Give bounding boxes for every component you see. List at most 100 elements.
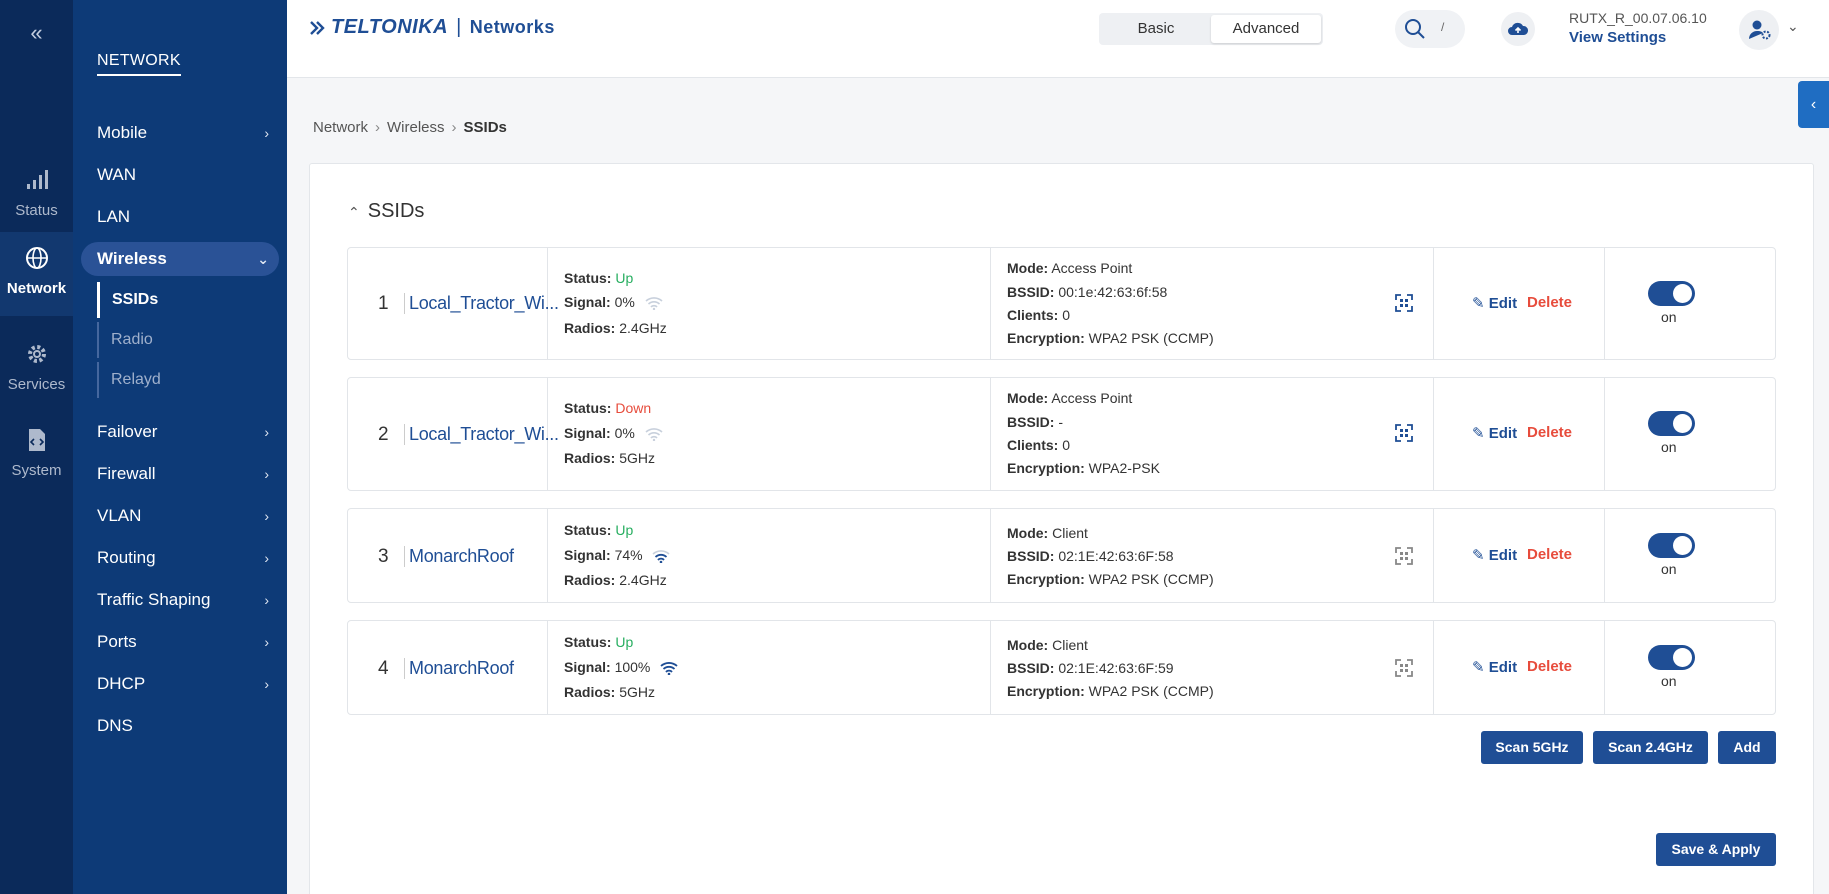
encryption-value: WPA2 PSK (CCMP) xyxy=(1088,571,1214,587)
cloud-upload-button[interactable] xyxy=(1501,12,1535,46)
menu-item-failover[interactable]: Failover › xyxy=(81,415,279,449)
mode-value: Client xyxy=(1052,637,1088,653)
breadcrumb: Network › Wireless › SSIDs xyxy=(313,119,507,136)
qr-code-icon[interactable] xyxy=(1395,659,1413,677)
menu-item-firewall[interactable]: Firewall › xyxy=(81,457,279,491)
delete-button[interactable]: Delete xyxy=(1527,294,1572,311)
chevron-right-icon: › xyxy=(451,119,457,136)
enable-toggle[interactable] xyxy=(1648,281,1695,306)
qr-code-icon[interactable] xyxy=(1395,294,1413,312)
search-shortcut-hint: / xyxy=(1441,20,1445,34)
search-icon xyxy=(1405,19,1425,39)
bssid-value: 02:1E:42:63:6F:59 xyxy=(1058,660,1174,676)
edit-button[interactable]: ✎ Edit xyxy=(1472,294,1517,312)
signal-value: 0% xyxy=(614,294,635,310)
rail-item-status[interactable]: Status xyxy=(0,154,73,238)
signal-value: 74% xyxy=(614,547,643,563)
ssid-name-link[interactable]: MonarchRoof xyxy=(404,658,514,679)
chevron-left-icon: ‹ xyxy=(1810,96,1817,113)
submenu-item-radio[interactable]: Radio xyxy=(97,322,267,358)
gear-icon xyxy=(0,342,73,372)
edit-button[interactable]: ✎ Edit xyxy=(1472,546,1517,564)
user-settings-icon xyxy=(1749,20,1771,40)
breadcrumb-current: SSIDs xyxy=(463,119,507,136)
chevron-down-icon[interactable]: ⌄ xyxy=(1787,18,1799,35)
row-number: 4 xyxy=(378,658,389,679)
breadcrumb-wireless[interactable]: Wireless xyxy=(387,119,445,136)
qr-code-icon[interactable] xyxy=(1395,547,1413,565)
menu-item-mobile[interactable]: Mobile › xyxy=(81,116,279,150)
collapse-panel-button[interactable]: ‹ xyxy=(1798,81,1829,128)
ssid-row: 1 Local_Tractor_Wi... Status: Up Signal:… xyxy=(347,247,1776,360)
ssid-name-link[interactable]: Local_Tractor_Wi... xyxy=(404,424,559,445)
chevron-right-icon: › xyxy=(264,550,269,566)
mode-value: Client xyxy=(1052,525,1088,541)
wifi-icon xyxy=(652,550,671,563)
menu-item-dhcp[interactable]: DHCP › xyxy=(81,667,279,701)
delete-button[interactable]: Delete xyxy=(1527,658,1572,675)
bssid-value: 00:1e:42:63:6f:58 xyxy=(1058,284,1168,300)
pencil-icon: ✎ xyxy=(1472,547,1485,564)
rail-item-services[interactable]: Services xyxy=(0,328,73,412)
enable-toggle[interactable] xyxy=(1648,533,1695,558)
menu-item-ports[interactable]: Ports › xyxy=(81,625,279,659)
mode-advanced-button[interactable]: Advanced xyxy=(1211,15,1321,43)
mode-basic-button[interactable]: Basic xyxy=(1101,15,1211,43)
chevron-right-icon: › xyxy=(264,125,269,141)
clients-value: 0 xyxy=(1062,307,1071,323)
search-button[interactable]: / xyxy=(1395,10,1465,48)
delete-button[interactable]: Delete xyxy=(1527,546,1572,563)
delete-button[interactable]: Delete xyxy=(1527,424,1572,441)
rail-item-system[interactable]: System xyxy=(0,414,73,498)
chevron-right-icon: › xyxy=(264,424,269,440)
menu-item-vlan[interactable]: VLAN › xyxy=(81,499,279,533)
qr-code-icon[interactable] xyxy=(1395,424,1413,442)
enable-toggle[interactable] xyxy=(1648,411,1695,436)
user-menu-button[interactable] xyxy=(1739,10,1779,50)
ssids-card: ⌃ SSIDs 1 Local_Tractor_Wi... Status: Up … xyxy=(309,163,1814,894)
menu-item-traffic-shaping[interactable]: Traffic Shaping › xyxy=(81,583,279,617)
edit-button[interactable]: ✎ Edit xyxy=(1472,424,1517,442)
firmware-version: RUTX_R_00.07.06.10 xyxy=(1569,10,1707,26)
menu-item-wan[interactable]: WAN xyxy=(81,158,279,192)
signal-bars-icon xyxy=(0,168,73,198)
teltonika-logo[interactable]: TELTONIKA | Networks xyxy=(309,16,555,39)
cloud-upload-icon xyxy=(1508,22,1529,35)
ssid-name-link[interactable]: MonarchRoof xyxy=(404,546,514,567)
menu-item-wireless[interactable]: Wireless ⌄ xyxy=(81,242,279,276)
view-settings-link[interactable]: View Settings xyxy=(1569,29,1666,46)
enable-toggle[interactable] xyxy=(1648,645,1695,670)
ssid-row: 3 MonarchRoof Status: Up Signal: 74% Rad… xyxy=(347,508,1776,603)
toggle-state: on xyxy=(1661,673,1677,689)
menu-item-lan[interactable]: LAN xyxy=(81,200,279,234)
rail-item-network[interactable]: Network xyxy=(0,232,73,316)
scan-2-4ghz-button[interactable]: Scan 2.4GHz xyxy=(1593,731,1708,764)
breadcrumb-network[interactable]: Network xyxy=(313,119,368,136)
encryption-value: WPA2 PSK (CCMP) xyxy=(1088,330,1214,346)
submenu-item-ssids[interactable]: SSIDs xyxy=(97,282,267,318)
toggle-state: on xyxy=(1661,561,1677,577)
menu-item-routing[interactable]: Routing › xyxy=(81,541,279,575)
brand-suffix: Networks xyxy=(469,17,555,37)
add-button[interactable]: Add xyxy=(1718,731,1776,764)
clients-value: 0 xyxy=(1062,437,1071,453)
logo-mark-icon xyxy=(310,20,325,35)
chevron-right-icon: › xyxy=(264,634,269,650)
row-number: 1 xyxy=(378,293,389,314)
menu-item-dns[interactable]: DNS xyxy=(81,709,279,743)
radios-value: 2.4GHz xyxy=(619,320,667,336)
submenu-item-relayd[interactable]: Relayd xyxy=(97,362,267,398)
mode-switch: Basic Advanced xyxy=(1099,13,1323,45)
ssid-name-link[interactable]: Local_Tractor_Wi... xyxy=(404,293,559,314)
toggle-state: on xyxy=(1661,439,1677,455)
edit-button[interactable]: ✎ Edit xyxy=(1472,658,1517,676)
row-number: 2 xyxy=(378,424,389,445)
rail-label: Services xyxy=(7,376,66,393)
collapse-sidebar-icon[interactable]: « xyxy=(0,20,73,46)
chevron-right-icon: › xyxy=(375,119,381,136)
pencil-icon: ✎ xyxy=(1472,295,1485,312)
section-toggle[interactable]: ⌃ SSIDs xyxy=(348,200,424,223)
mode-value: Access Point xyxy=(1051,390,1133,406)
scan-5ghz-button[interactable]: Scan 5GHz xyxy=(1481,731,1583,764)
save-apply-button[interactable]: Save & Apply xyxy=(1656,833,1776,866)
